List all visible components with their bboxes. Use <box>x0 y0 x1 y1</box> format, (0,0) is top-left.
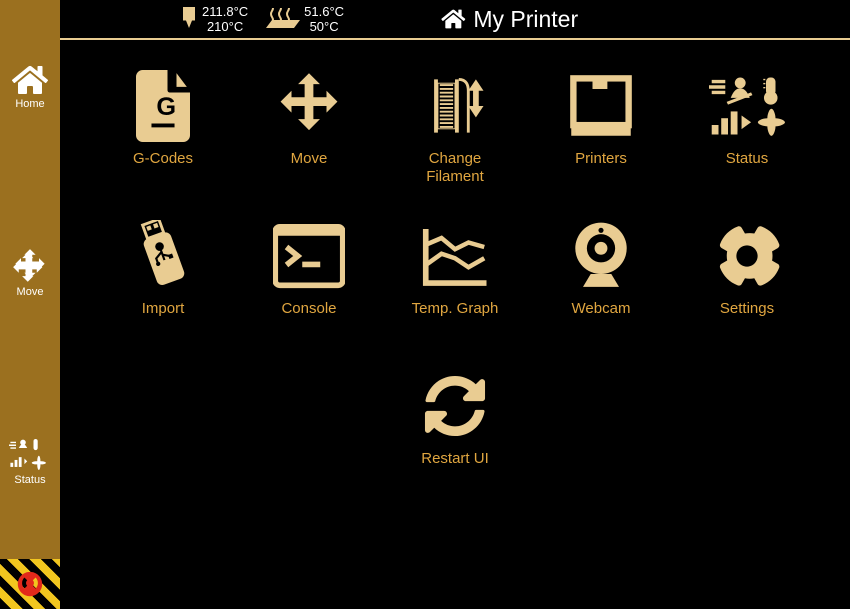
bed-target: 50°C <box>310 19 339 34</box>
tile-console-label: Console <box>281 300 336 318</box>
tile-printers-label: Printers <box>575 150 627 168</box>
console-icon <box>273 223 345 289</box>
home-icon <box>12 64 48 96</box>
move-icon <box>274 71 344 141</box>
sidebar-status-label: Status <box>14 474 45 486</box>
sidebar-move-label: Move <box>17 286 44 298</box>
emergency-stop-button[interactable] <box>0 559 60 609</box>
home-icon <box>441 8 465 30</box>
extruder-temp: 211.8°C 210°C <box>180 4 248 34</box>
tile-webcam[interactable]: Webcam <box>528 214 674 364</box>
header: 211.8°C 210°C 51.6°C 50°C My Printer <box>60 0 850 40</box>
sidebar-item-status[interactable]: Status <box>0 432 60 490</box>
bed-temp: 51.6°C 50°C <box>266 4 344 34</box>
sidebar-item-move[interactable]: Move <box>0 244 60 302</box>
tile-status[interactable]: Status <box>674 64 820 214</box>
tile-webcam-label: Webcam <box>572 300 631 318</box>
main-area: 211.8°C 210°C 51.6°C 50°C My Printer <box>60 0 850 609</box>
tile-move-label: Move <box>291 150 328 168</box>
sidebar: Home Move Status <box>0 0 60 609</box>
emergency-icon <box>15 569 45 599</box>
extruder-icon <box>180 7 198 31</box>
tile-gcodes[interactable]: G G-Codes <box>90 64 236 214</box>
usb-icon <box>132 220 194 292</box>
tile-import[interactable]: Import <box>90 214 236 364</box>
move-icon <box>12 248 48 284</box>
sidebar-home-label: Home <box>15 98 44 110</box>
bed-actual: 51.6°C <box>304 4 344 19</box>
file-icon: G <box>134 70 192 142</box>
menu-grid: G G-Codes Move Change Filament Printers <box>60 40 850 609</box>
tile-temp-graph[interactable]: Temp. Graph <box>382 214 528 364</box>
title-text: My Printer <box>473 6 578 33</box>
status-icon <box>9 436 51 472</box>
extruder-target: 210°C <box>207 19 243 34</box>
heat-waves-icon <box>269 8 297 20</box>
tile-temp-graph-label: Temp. Graph <box>412 300 499 318</box>
tile-settings-label: Settings <box>720 300 774 318</box>
tile-gcodes-label: G-Codes <box>133 150 193 168</box>
svg-text:G: G <box>156 93 176 121</box>
tile-restart-ui[interactable]: Restart UI <box>382 364 528 514</box>
tile-change-filament[interactable]: Change Filament <box>382 64 528 214</box>
extruder-actual: 211.8°C <box>202 4 248 19</box>
printer-icon <box>567 72 635 140</box>
temp-readout: 211.8°C 210°C 51.6°C 50°C <box>180 4 344 34</box>
filament-icon <box>417 70 493 142</box>
tile-settings[interactable]: Settings <box>674 214 820 364</box>
tile-console[interactable]: Console <box>236 214 382 364</box>
restart-icon <box>424 375 486 437</box>
sidebar-item-home[interactable]: Home <box>0 60 60 114</box>
tile-move[interactable]: Move <box>236 64 382 214</box>
status-icon <box>709 74 785 138</box>
graph-icon <box>419 223 491 289</box>
tile-status-label: Status <box>726 150 769 168</box>
webcam-icon <box>570 220 632 292</box>
tile-restart-ui-label: Restart UI <box>421 450 489 468</box>
tile-import-label: Import <box>142 300 185 318</box>
tile-printers[interactable]: Printers <box>528 64 674 214</box>
tile-change-filament-label: Change Filament <box>426 150 484 186</box>
bed-icon <box>266 20 300 30</box>
gear-icon <box>713 222 781 290</box>
page-title: My Printer <box>441 6 578 33</box>
